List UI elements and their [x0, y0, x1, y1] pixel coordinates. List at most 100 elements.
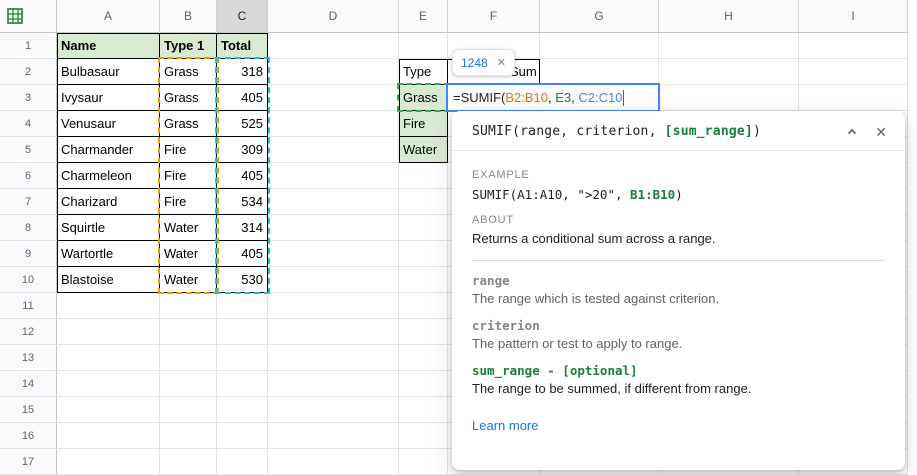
- close-popup-icon[interactable]: ✕: [875, 125, 887, 139]
- cell-C9[interactable]: 405: [217, 241, 268, 267]
- cell-D17[interactable]: [268, 449, 399, 475]
- cell-E16[interactable]: [399, 423, 448, 449]
- formula-editor[interactable]: =SUMIF(B2:B10, E3, C2:C10: [446, 83, 660, 112]
- row-header-1[interactable]: 1: [0, 33, 57, 59]
- cell-B8[interactable]: Water: [160, 215, 217, 241]
- row-header-9[interactable]: 9: [0, 241, 57, 267]
- cell-I1[interactable]: [799, 33, 908, 59]
- cell-E17[interactable]: [399, 449, 448, 475]
- cell-B13[interactable]: [160, 345, 217, 371]
- cell-A13[interactable]: [57, 345, 160, 371]
- cell-D1[interactable]: [268, 33, 399, 59]
- cell-B10[interactable]: Water: [160, 267, 217, 293]
- learn-more-link[interactable]: Learn more: [472, 418, 538, 433]
- row-header-13[interactable]: 13: [0, 345, 57, 371]
- cell-C8[interactable]: 314: [217, 215, 268, 241]
- cell-A17[interactable]: [57, 449, 160, 475]
- cell-B5[interactable]: Fire: [160, 137, 217, 163]
- select-all-corner[interactable]: [0, 0, 57, 33]
- cell-D7[interactable]: [268, 189, 399, 215]
- cell-B2[interactable]: Grass: [160, 59, 217, 85]
- cell-G1[interactable]: [540, 33, 659, 59]
- row-header-14[interactable]: 14: [0, 371, 57, 397]
- cell-C2[interactable]: 318: [217, 59, 268, 85]
- cell-A12[interactable]: [57, 319, 160, 345]
- cell-D5[interactable]: [268, 137, 399, 163]
- cell-H2[interactable]: [659, 59, 799, 85]
- column-header-E[interactable]: E: [399, 0, 448, 33]
- cell-A16[interactable]: [57, 423, 160, 449]
- row-header-4[interactable]: 4: [0, 111, 57, 137]
- cell-B17[interactable]: [160, 449, 217, 475]
- cell-B12[interactable]: [160, 319, 217, 345]
- cell-D16[interactable]: [268, 423, 399, 449]
- column-header-D[interactable]: D: [268, 0, 399, 33]
- cell-C3[interactable]: 405: [217, 85, 268, 111]
- cell-H3[interactable]: [659, 85, 799, 111]
- cell-E11[interactable]: [399, 293, 448, 319]
- cell-D9[interactable]: [268, 241, 399, 267]
- cell-E9[interactable]: [399, 241, 448, 267]
- cell-D4[interactable]: [268, 111, 399, 137]
- row-header-7[interactable]: 7: [0, 189, 57, 215]
- cell-E6[interactable]: [399, 163, 448, 189]
- column-header-A[interactable]: A: [57, 0, 160, 33]
- cell-D3[interactable]: [268, 85, 399, 111]
- cell-B7[interactable]: Fire: [160, 189, 217, 215]
- cell-A14[interactable]: [57, 371, 160, 397]
- cell-C6[interactable]: 405: [217, 163, 268, 189]
- row-header-2[interactable]: 2: [0, 59, 57, 85]
- cell-B4[interactable]: Grass: [160, 111, 217, 137]
- cell-D12[interactable]: [268, 319, 399, 345]
- cell-E7[interactable]: [399, 189, 448, 215]
- cell-C17[interactable]: [217, 449, 268, 475]
- cell-I3[interactable]: [799, 85, 908, 111]
- cell-B1[interactable]: Type 1: [160, 33, 217, 59]
- cell-E12[interactable]: [399, 319, 448, 345]
- cell-D11[interactable]: [268, 293, 399, 319]
- cell-E2[interactable]: Type: [399, 59, 448, 85]
- cell-A1[interactable]: Name: [57, 33, 160, 59]
- row-header-11[interactable]: 11: [0, 293, 57, 319]
- column-header-G[interactable]: G: [540, 0, 659, 33]
- cell-A8[interactable]: Squirtle: [57, 215, 160, 241]
- cell-B6[interactable]: Fire: [160, 163, 217, 189]
- cell-D13[interactable]: [268, 345, 399, 371]
- cell-D15[interactable]: [268, 397, 399, 423]
- cell-C1[interactable]: Total: [217, 33, 268, 59]
- cell-E14[interactable]: [399, 371, 448, 397]
- column-header-I[interactable]: I: [799, 0, 908, 33]
- cell-B9[interactable]: Water: [160, 241, 217, 267]
- cell-I2[interactable]: [799, 59, 908, 85]
- cell-C7[interactable]: 534: [217, 189, 268, 215]
- cell-E5[interactable]: Water: [399, 137, 448, 163]
- cell-A15[interactable]: [57, 397, 160, 423]
- cell-E13[interactable]: [399, 345, 448, 371]
- cell-A3[interactable]: Ivysaur: [57, 85, 160, 111]
- cell-D2[interactable]: [268, 59, 399, 85]
- cell-B16[interactable]: [160, 423, 217, 449]
- cell-A10[interactable]: Blastoise: [57, 267, 160, 293]
- cell-E3[interactable]: Grass: [399, 85, 448, 111]
- cell-E15[interactable]: [399, 397, 448, 423]
- cell-A2[interactable]: Bulbasaur: [57, 59, 160, 85]
- cell-A4[interactable]: Venusaur: [57, 111, 160, 137]
- collapse-button[interactable]: [845, 125, 859, 139]
- cell-C12[interactable]: [217, 319, 268, 345]
- cell-B3[interactable]: Grass: [160, 85, 217, 111]
- row-header-16[interactable]: 16: [0, 423, 57, 449]
- cell-D8[interactable]: [268, 215, 399, 241]
- cell-E4[interactable]: Fire: [399, 111, 448, 137]
- cell-C16[interactable]: [217, 423, 268, 449]
- cell-C4[interactable]: 525: [217, 111, 268, 137]
- cell-B15[interactable]: [160, 397, 217, 423]
- row-header-6[interactable]: 6: [0, 163, 57, 189]
- cell-C14[interactable]: [217, 371, 268, 397]
- cell-D10[interactable]: [268, 267, 399, 293]
- cell-B14[interactable]: [160, 371, 217, 397]
- cell-A5[interactable]: Charmander: [57, 137, 160, 163]
- cell-C5[interactable]: 309: [217, 137, 268, 163]
- cell-E1[interactable]: [399, 33, 448, 59]
- row-header-8[interactable]: 8: [0, 215, 57, 241]
- row-header-15[interactable]: 15: [0, 397, 57, 423]
